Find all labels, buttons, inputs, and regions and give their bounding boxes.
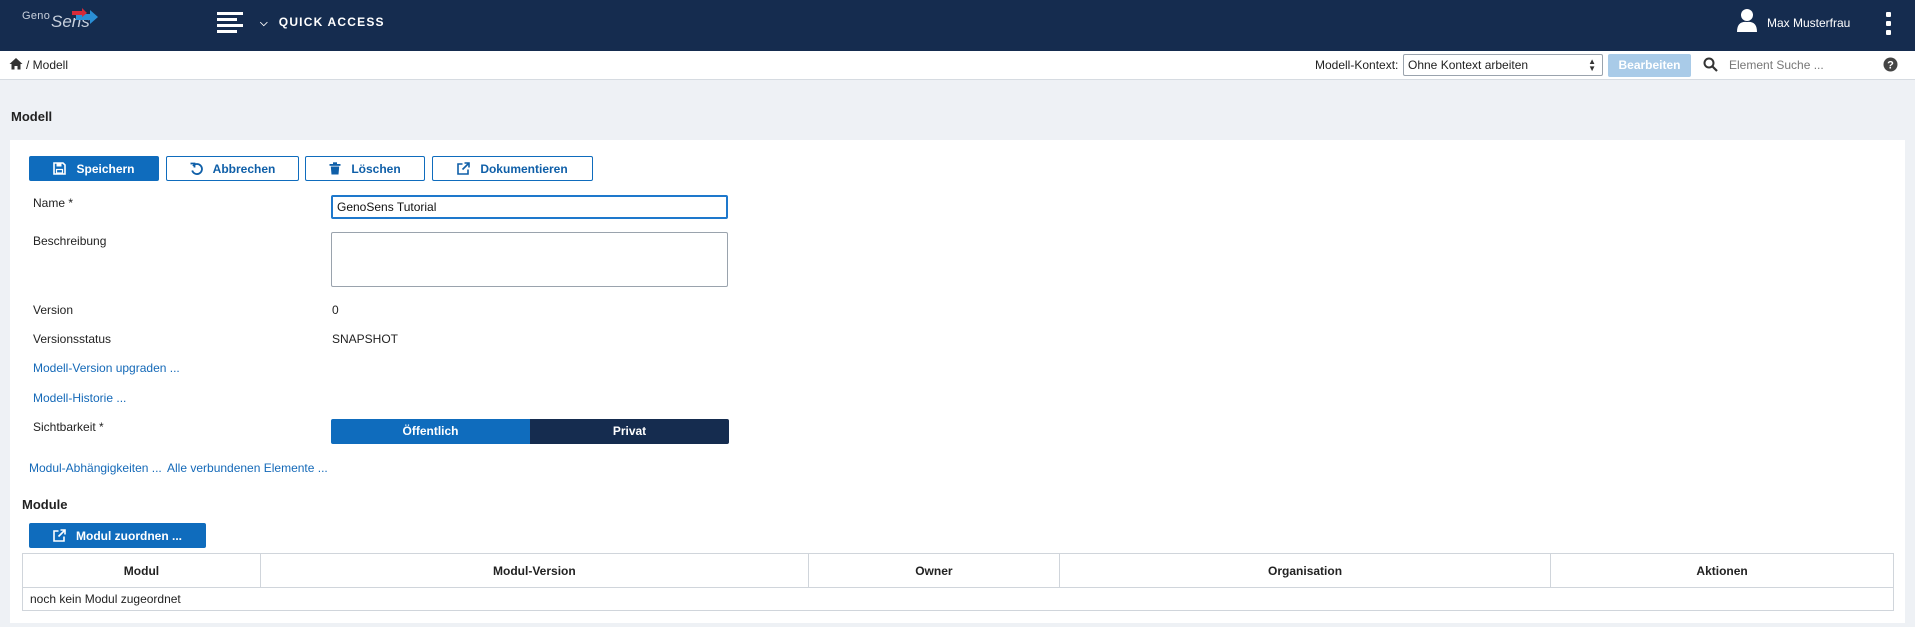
user-menu[interactable]: Max Musterfrau bbox=[1737, 8, 1850, 35]
column-header-actions: Aktionen bbox=[1550, 553, 1894, 588]
user-icon bbox=[1737, 9, 1757, 32]
hamburger-menu-icon[interactable] bbox=[214, 12, 246, 36]
edit-button[interactable]: Bearbeiten bbox=[1608, 54, 1691, 77]
external-link-icon bbox=[53, 529, 66, 542]
assign-module-label: Modul zuordnen ... bbox=[76, 528, 182, 543]
delete-button[interactable]: Löschen bbox=[305, 156, 425, 181]
description-label: Beschreibung bbox=[33, 234, 107, 248]
context-select[interactable]: Ohne Kontext arbeiten ▲ ▼ bbox=[1403, 54, 1603, 76]
save-icon bbox=[53, 162, 67, 175]
assign-module-button[interactable]: Modul zuordnen ... bbox=[29, 523, 206, 548]
column-header-module[interactable]: Modul bbox=[22, 553, 261, 588]
undo-icon bbox=[190, 162, 203, 175]
table-header-row: Modul Modul-Version Owner Organisation A… bbox=[22, 553, 1894, 588]
help-icon[interactable]: ? bbox=[1883, 57, 1898, 72]
visibility-label: Sichtbarkeit * bbox=[33, 420, 104, 434]
cancel-button[interactable]: Abbrechen bbox=[166, 156, 299, 181]
delete-label: Löschen bbox=[351, 161, 401, 176]
logo-word-geno: Geno bbox=[22, 10, 51, 22]
visibility-public-option[interactable]: Öffentlich bbox=[331, 419, 530, 444]
modules-table: Modul Modul-Version Owner Organisation A… bbox=[22, 553, 1894, 611]
select-arrows-icon: ▲ ▼ bbox=[1588, 57, 1596, 73]
modules-section-title: Module bbox=[22, 497, 68, 512]
quick-access-label: QUICK ACCESS bbox=[278, 15, 385, 29]
save-label: Speichern bbox=[76, 161, 135, 176]
svg-text:?: ? bbox=[1887, 60, 1894, 72]
column-header-module-version[interactable]: Modul-Version bbox=[259, 553, 809, 588]
save-button[interactable]: Speichern bbox=[29, 156, 159, 181]
module-dependencies-link[interactable]: Modul-Abhängigkeiten ... bbox=[29, 461, 162, 475]
column-header-organisation[interactable]: Organisation bbox=[1058, 553, 1552, 588]
visibility-private-option[interactable]: Privat bbox=[530, 419, 729, 444]
version-status-label: Versionsstatus bbox=[33, 332, 112, 346]
cancel-label: Abbrechen bbox=[212, 161, 276, 176]
description-field[interactable] bbox=[331, 232, 728, 287]
external-link-icon bbox=[457, 162, 471, 175]
version-status-value: SNAPSHOT bbox=[332, 332, 399, 346]
visibility-toggle: Öffentlich Privat bbox=[331, 419, 729, 444]
name-field[interactable] bbox=[331, 195, 728, 219]
empty-table-message: noch kein Modul zugeordnet bbox=[22, 587, 1894, 611]
more-options-icon[interactable] bbox=[1885, 12, 1893, 36]
search-icon bbox=[1703, 57, 1718, 72]
context-label: Modell-Kontext: bbox=[1315, 58, 1399, 72]
context-selected-value: Ohne Kontext arbeiten bbox=[1408, 58, 1529, 72]
document-label: Dokumentieren bbox=[480, 161, 568, 176]
upgrade-version-link[interactable]: Modell-Version upgraden ... bbox=[33, 361, 180, 375]
home-icon[interactable] bbox=[9, 57, 23, 70]
column-header-owner[interactable]: Owner bbox=[807, 553, 1060, 588]
breadcrumb: / Modell bbox=[26, 58, 69, 72]
chevron-down-icon: ⌵ bbox=[260, 18, 269, 29]
top-navbar: Geno Sens ⌵ QUICK ACCESS Max Musterfrau bbox=[0, 0, 1915, 51]
genosens-logo[interactable]: Geno Sens bbox=[22, 8, 102, 38]
connected-elements-link[interactable]: Alle verbundenen Elemente ... bbox=[167, 461, 328, 475]
logo-arrows-icon bbox=[72, 8, 98, 24]
table-row: noch kein Modul zugeordnet bbox=[22, 587, 1894, 611]
document-button[interactable]: Dokumentieren bbox=[432, 156, 593, 181]
breadcrumb-bar: / Modell Modell-Kontext: Ohne Kontext ar… bbox=[0, 51, 1915, 80]
version-label: Version bbox=[33, 303, 74, 317]
model-form-panel bbox=[10, 140, 1905, 623]
page-title: Modell bbox=[11, 109, 53, 124]
name-label: Name * bbox=[33, 196, 74, 210]
user-name: Max Musterfrau bbox=[1767, 16, 1851, 30]
version-value: 0 bbox=[332, 303, 339, 317]
model-history-link[interactable]: Modell-Historie ... bbox=[33, 391, 126, 405]
quick-access-menu[interactable]: ⌵ QUICK ACCESS bbox=[260, 15, 385, 29]
element-search-input[interactable] bbox=[1721, 54, 1871, 76]
trash-icon bbox=[329, 162, 341, 175]
